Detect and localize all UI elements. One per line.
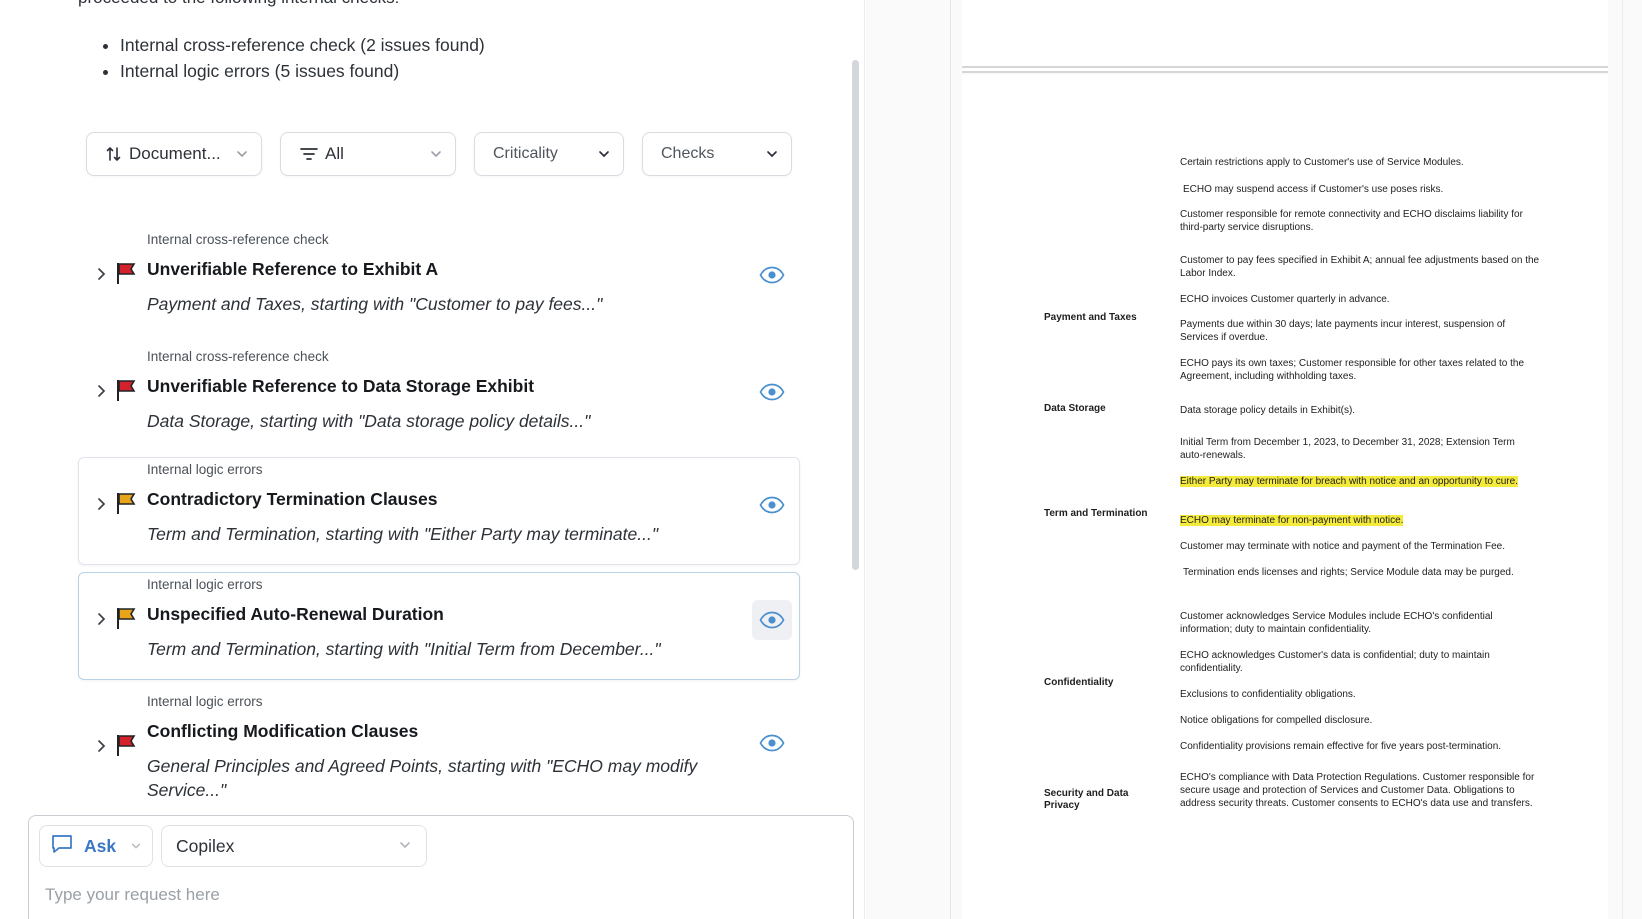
doc-line: Confidentiality provisions remain effect…: [1180, 741, 1502, 752]
sort-label: Document...: [129, 144, 221, 163]
sort-icon: [105, 145, 123, 163]
issue-card[interactable]: Internal cross-reference check Unverifia…: [78, 227, 800, 335]
doc-line: Termination ends licenses and rights; Se…: [1183, 567, 1514, 578]
checks-dropdown[interactable]: Checks: [642, 132, 792, 176]
doc-section-heading: Data Storage: [1044, 403, 1106, 414]
highlight: ECHO may terminate for non-payment with …: [1180, 515, 1404, 526]
doc-line: Exclusions to confidentiality obligation…: [1180, 689, 1356, 700]
page-edge: [950, 0, 951, 919]
doc-line: Data storage policy details in Exhibit(s…: [1180, 405, 1356, 416]
doc-line: ECHO acknowledges Customer's data is con…: [1180, 650, 1490, 674]
doc-line-highlighted: Either Party may terminate for breach wi…: [1180, 475, 1540, 488]
type-filter-label: All: [325, 144, 344, 163]
page-edge: [1622, 0, 1623, 919]
issue-category: Internal cross-reference check: [147, 232, 329, 247]
doc-line: Customer may terminate with notice and p…: [1180, 541, 1505, 552]
chat-bubble-icon: [50, 833, 74, 860]
model-dropdown[interactable]: Copilex: [161, 825, 427, 867]
issue-excerpt: Term and Termination, starting with "Ini…: [147, 639, 661, 659]
issue-category: Internal logic errors: [147, 462, 263, 477]
issue-title: Conflicting Modification Clauses: [147, 721, 419, 741]
flag-icon: [115, 491, 137, 515]
issue-card[interactable]: Internal logic errors Unspecified Auto-R…: [78, 572, 800, 680]
doc-line: ECHO pays its own taxes; Customer respon…: [1180, 358, 1525, 382]
issues-panel: proceeded to the following internal chec…: [0, 0, 865, 919]
filter-icon: [299, 146, 319, 162]
issue-category: Internal cross-reference check: [147, 349, 329, 364]
doc-line: Payments due within 30 days; late paymen…: [1180, 319, 1506, 343]
checks-summary-list: Internal cross-reference check (2 issues…: [100, 32, 485, 84]
doc-line: Customer to pay fees specified in Exhibi…: [1180, 255, 1540, 279]
issue-excerpt: Data Storage, starting with "Data storag…: [147, 411, 591, 431]
issue-title: Unverifiable Reference to Exhibit A: [147, 259, 439, 279]
doc-line: Certain restrictions apply to Customer's…: [1180, 157, 1464, 168]
doc-line: ECHO may suspend access if Customer's us…: [1183, 184, 1444, 195]
issue-excerpt: Payment and Taxes, starting with "Custom…: [147, 294, 603, 314]
eye-icon[interactable]: [757, 732, 787, 754]
eye-icon[interactable]: [757, 381, 787, 403]
chevron-down-icon: [398, 836, 412, 857]
page-break: [962, 66, 1608, 73]
chevron-right-icon[interactable]: [93, 496, 109, 512]
doc-section-heading: Payment and Taxes: [1044, 312, 1137, 323]
list-item: Internal cross-reference check (2 issues…: [120, 32, 485, 58]
flag-icon: [115, 733, 137, 757]
chevron-down-icon: [130, 836, 142, 857]
list-item: Internal logic errors (5 issues found): [120, 58, 485, 84]
doc-line: Notice obligations for compelled disclos…: [1180, 715, 1373, 726]
chevron-right-icon[interactable]: [93, 266, 109, 282]
issue-excerpt: General Principles and Agreed Points, st…: [147, 756, 698, 800]
chevron-right-icon[interactable]: [93, 611, 109, 627]
doc-line: Initial Term from December 1, 2023, to D…: [1180, 437, 1515, 461]
doc-line: ECHO's compliance with Data Protection R…: [1180, 772, 1535, 809]
checks-label: Checks: [661, 145, 715, 162]
eye-icon[interactable]: [757, 264, 787, 286]
chevron-right-icon[interactable]: [93, 738, 109, 754]
criticality-dropdown[interactable]: Criticality: [474, 132, 624, 176]
doc-line-highlighted: ECHO may terminate for non-payment with …: [1180, 514, 1540, 527]
model-label: Copilex: [176, 835, 235, 856]
chat-composer: Ask Copilex: [28, 815, 854, 919]
chevron-down-icon: [429, 147, 443, 161]
mode-dropdown[interactable]: Ask: [39, 825, 153, 867]
issue-excerpt: Term and Termination, starting with "Eit…: [147, 524, 659, 544]
doc-section-heading: Confidentiality: [1044, 677, 1114, 688]
issue-title: Unspecified Auto-Renewal Duration: [147, 604, 444, 624]
doc-line: Customer acknowledges Service Modules in…: [1180, 611, 1493, 635]
type-filter-dropdown[interactable]: All: [280, 132, 456, 176]
mode-label: Ask: [84, 835, 117, 856]
flag-icon: [115, 261, 137, 285]
scrollbar[interactable]: [852, 60, 859, 570]
issue-card[interactable]: Internal logic errors Conflicting Modifi…: [78, 689, 800, 801]
request-input[interactable]: [45, 882, 825, 908]
eye-icon[interactable]: [752, 600, 792, 640]
doc-line: ECHO invoices Customer quarterly in adva…: [1180, 294, 1390, 305]
doc-section-heading: Security and Data Privacy: [1044, 788, 1129, 811]
chevron-right-icon[interactable]: [93, 383, 109, 399]
issue-card[interactable]: Internal cross-reference check Unverifia…: [78, 344, 800, 452]
issue-category: Internal logic errors: [147, 577, 263, 592]
doc-line: Customer responsible for remote connecti…: [1180, 209, 1523, 233]
sort-dropdown[interactable]: Document...: [86, 132, 262, 176]
flag-icon: [115, 606, 137, 630]
chevron-down-icon: [597, 147, 611, 161]
pane-divider[interactable]: [864, 0, 865, 919]
issue-card[interactable]: Internal logic errors Contradictory Term…: [78, 457, 800, 565]
chevron-down-icon: [235, 147, 249, 161]
doc-section-heading: Term and Termination: [1044, 508, 1148, 519]
document-page: [962, 0, 1608, 66]
issue-category: Internal logic errors: [147, 694, 263, 709]
flag-icon: [115, 378, 137, 402]
chevron-down-icon: [765, 147, 779, 161]
highlight: Either Party may terminate for breach wi…: [1180, 476, 1518, 487]
issue-title: Unverifiable Reference to Data Storage E…: [147, 376, 535, 396]
issue-title: Contradictory Termination Clauses: [147, 489, 438, 509]
eye-icon[interactable]: [757, 494, 787, 516]
intro-text: proceeded to the following internal chec…: [78, 0, 399, 8]
criticality-label: Criticality: [493, 145, 558, 162]
